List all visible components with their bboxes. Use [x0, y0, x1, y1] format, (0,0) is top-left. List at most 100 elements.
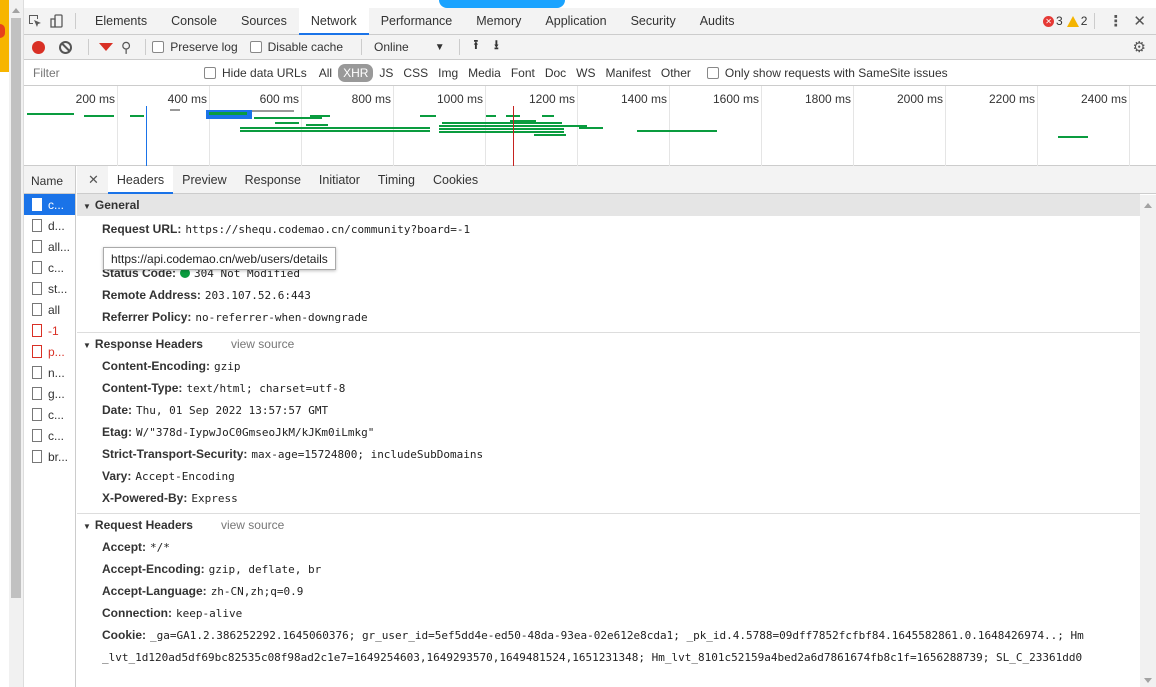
- type-filter-media[interactable]: Media: [464, 64, 505, 82]
- tab-timing[interactable]: Timing: [369, 166, 424, 194]
- tab-cookies[interactable]: Cookies: [424, 166, 487, 194]
- request-row[interactable]: all...: [24, 236, 75, 257]
- tab-console[interactable]: Console: [159, 8, 229, 35]
- scroll-up-arrow-icon[interactable]: [12, 8, 20, 13]
- header-value: gzip: [213, 360, 241, 373]
- type-filter-font[interactable]: Font: [507, 64, 539, 82]
- request-row[interactable]: c...: [24, 257, 75, 278]
- details-scrollbar[interactable]: [1140, 195, 1156, 687]
- request-row[interactable]: br...: [24, 446, 75, 467]
- toolbar-separator: [145, 39, 147, 55]
- tab-initiator[interactable]: Initiator: [310, 166, 369, 194]
- request-details: ✕ Headers Preview Response Initiator Tim…: [77, 165, 1156, 687]
- request-row[interactable]: g...: [24, 383, 75, 404]
- issues-counter[interactable]: ✕ 3 2: [1043, 14, 1087, 28]
- devtools-tab-bar: Elements Console Sources Network Perform…: [24, 7, 1156, 35]
- import-har-icon[interactable]: ⭱: [474, 36, 479, 58]
- overview-tick-label: 1000 ms: [436, 92, 483, 106]
- request-name: d...: [48, 218, 65, 233]
- tab-application[interactable]: Application: [533, 8, 618, 35]
- page-scrollbar-thumb[interactable]: [11, 18, 21, 598]
- request-url-row: Request URL: https://shequ.codemao.cn/com…: [77, 218, 1140, 240]
- file-icon: [32, 387, 42, 400]
- filter-funnel-icon[interactable]: [99, 43, 113, 51]
- type-filter-manifest[interactable]: Manifest: [602, 64, 655, 82]
- overview-request-bar: [27, 113, 74, 115]
- record-button[interactable]: [32, 40, 45, 54]
- samesite-checkbox[interactable]: [706, 67, 719, 79]
- toolbar-separator: [88, 39, 89, 55]
- name-column-header[interactable]: Name: [24, 166, 75, 194]
- response-headers-section: ▼ Response Headers view source Content-Enc…: [77, 333, 1140, 514]
- tab-headers[interactable]: Headers: [107, 165, 174, 194]
- more-options-icon[interactable]: ⋮: [1102, 12, 1129, 30]
- overview-request-bar: [486, 115, 496, 117]
- overview-gridline: [1037, 86, 1038, 166]
- request-row[interactable]: c...: [24, 404, 75, 425]
- network-overview[interactable]: 200 ms 400 ms 600 ms 800 ms 1000 ms 1200…: [24, 86, 1156, 166]
- request-name: c...: [48, 428, 65, 443]
- type-filter-xhr[interactable]: XHR: [338, 64, 374, 82]
- close-icon[interactable]: ✕: [83, 172, 104, 188]
- request-row[interactable]: n...: [24, 362, 75, 383]
- request-row[interactable]: c...: [24, 425, 75, 446]
- type-filter-css[interactable]: CSS: [399, 64, 432, 82]
- warning-count: 2: [1080, 14, 1088, 28]
- request-row[interactable]: st...: [24, 278, 75, 299]
- tab-audits[interactable]: Audits: [688, 8, 747, 35]
- tab-sources[interactable]: Sources: [229, 8, 299, 35]
- header-value: gzip, deflate, br: [208, 563, 322, 576]
- request-row[interactable]: all: [24, 299, 75, 320]
- header-key: Strict-Transport-Security:: [102, 447, 248, 461]
- inspect-element-icon[interactable]: [24, 8, 46, 35]
- request-row[interactable]: -1: [24, 320, 75, 341]
- overview-tick-label: 400 ms: [167, 92, 207, 106]
- tab-elements[interactable]: Elements: [83, 8, 159, 35]
- clear-icon[interactable]: [59, 40, 72, 54]
- header-value: */*: [150, 541, 170, 554]
- type-filter-ws[interactable]: WS: [572, 64, 599, 82]
- tab-network[interactable]: Network: [298, 7, 369, 35]
- tab-memory[interactable]: Memory: [464, 8, 533, 35]
- request-name: p...: [48, 344, 65, 359]
- disable-cache-checkbox[interactable]: [249, 41, 262, 53]
- hide-data-urls-checkbox[interactable]: [204, 67, 216, 79]
- search-icon[interactable]: ⚲: [121, 39, 131, 56]
- device-toolbar-icon[interactable]: [46, 8, 68, 35]
- type-filter-doc[interactable]: Doc: [541, 64, 570, 82]
- preserve-log-checkbox[interactable]: [152, 41, 165, 53]
- view-source-link[interactable]: view source: [221, 518, 284, 532]
- type-filter-js[interactable]: JS: [375, 64, 397, 82]
- header-value: _lvt_1d120ad5df69bc82535c08f98ad2c1e7=16…: [102, 651, 1083, 664]
- filter-input[interactable]: [24, 62, 194, 84]
- tab-performance[interactable]: Performance: [369, 8, 465, 35]
- scroll-down-arrow-icon[interactable]: [1144, 678, 1152, 683]
- view-source-link[interactable]: view source: [231, 337, 294, 351]
- request-row[interactable]: c...: [24, 194, 75, 215]
- header-key: Date:: [102, 403, 133, 417]
- scroll-up-arrow-icon[interactable]: [1144, 203, 1152, 208]
- response-headers-header[interactable]: ▼ Response Headers view source: [77, 333, 1140, 355]
- overview-request-bar: [1058, 136, 1088, 138]
- gear-icon[interactable]: ⚙: [1133, 38, 1146, 56]
- overview-request-bar: [240, 130, 430, 132]
- request-row[interactable]: d...: [24, 215, 75, 236]
- network-toolbar: ⚲ Preserve log Disable cache Online ▼ ⭱ …: [24, 35, 1156, 60]
- type-filter-img[interactable]: Img: [434, 64, 462, 82]
- section-title: General: [94, 198, 140, 212]
- tab-preview[interactable]: Preview: [173, 166, 235, 194]
- preserve-log-label: Preserve log: [170, 40, 238, 54]
- page-scrollbar[interactable]: [9, 0, 24, 687]
- request-headers-header[interactable]: ▼ Request Headers view source: [77, 514, 1140, 536]
- type-filter-all[interactable]: All: [315, 64, 336, 82]
- export-har-icon[interactable]: ⭳: [494, 36, 499, 58]
- close-devtools-icon[interactable]: ✕: [1129, 12, 1150, 30]
- tab-response[interactable]: Response: [236, 166, 310, 194]
- general-header[interactable]: ▼ General: [77, 194, 1140, 216]
- throttling-select[interactable]: Online: [374, 40, 409, 54]
- chevron-down-icon[interactable]: ▼: [435, 42, 445, 53]
- header-row: Strict-Transport-Security: max-age=157248…: [77, 443, 1140, 465]
- tab-security[interactable]: Security: [619, 8, 688, 35]
- type-filter-other[interactable]: Other: [657, 64, 695, 82]
- request-row[interactable]: p...: [24, 341, 75, 362]
